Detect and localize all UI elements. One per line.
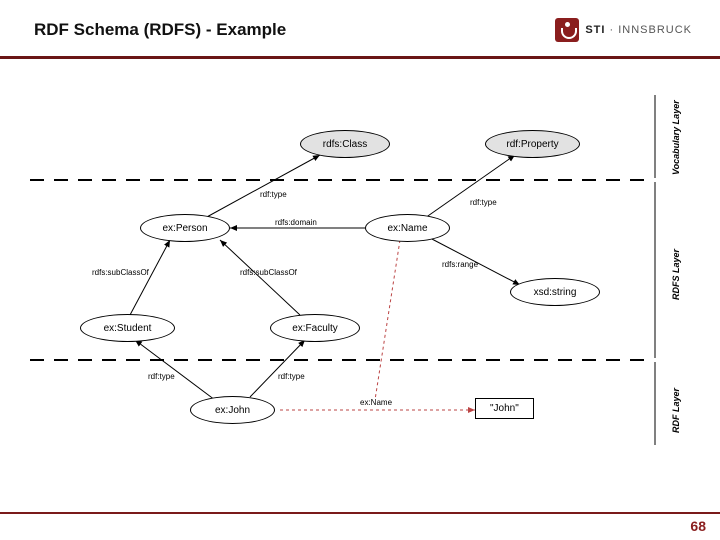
node-label: ex:Faculty [292,323,338,334]
edge-rdf-type-2: rdf:type [470,198,497,207]
node-ex-person: ex:Person [140,214,230,242]
node-john-literal: "John" [475,398,534,419]
node-label: rdf:Property [506,139,558,150]
node-ex-faculty: ex:Faculty [270,314,360,342]
node-rdf-property: rdf:Property [485,130,580,158]
edge-rdf-type-4: rdf:type [278,372,305,381]
edge-rdf-type-3: rdf:type [148,372,175,381]
node-label: ex:John [215,405,250,416]
node-label: ex:Name [387,223,427,234]
brand-logo: STI · INNSBRUCK [555,18,692,42]
node-ex-name: ex:Name [365,214,450,242]
logo-bold: STI [585,24,605,36]
logo-text: STI · INNSBRUCK [585,24,692,36]
edge-rdfs-domain: rdfs:domain [275,218,317,227]
edge-rdf-type-1: rdf:type [260,190,287,199]
page-title: RDF Schema (RDFS) - Example [34,20,286,40]
node-ex-john: ex:John [190,396,275,424]
layer-rdf: RDF Layer [671,373,681,433]
node-label: ex:Student [104,323,152,334]
node-xsd-string: xsd:string [510,278,600,306]
node-rdfs-class: rdfs:Class [300,130,390,158]
node-ex-student: ex:Student [80,314,175,342]
logo-rest: · INNSBRUCK [605,24,692,36]
edge-subclass-1: rdfs:subClassOf [92,268,149,277]
node-label: xsd:string [534,287,577,298]
edge-rdfs-range: rdfs:range [442,260,478,269]
layer-vocab: Vocabulary Layer [671,95,681,175]
edge-ex-name: ex:Name [360,398,392,407]
slide-footer: 68 [0,512,720,540]
logo-icon [555,18,579,42]
layer-rdfs: RDFS Layer [671,240,681,300]
node-label: rdfs:Class [323,139,367,150]
page-number: 68 [690,518,706,534]
node-label: "John" [490,403,519,414]
edge-subclass-2: rdfs:subClassOf [240,268,297,277]
rdfs-diagram: rdfs:Class rdf:Property ex:Person ex:Nam… [30,90,690,450]
node-label: ex:Person [162,223,207,234]
header-rule [0,56,720,59]
slide-header: RDF Schema (RDFS) - Example STI · INNSBR… [0,0,720,50]
